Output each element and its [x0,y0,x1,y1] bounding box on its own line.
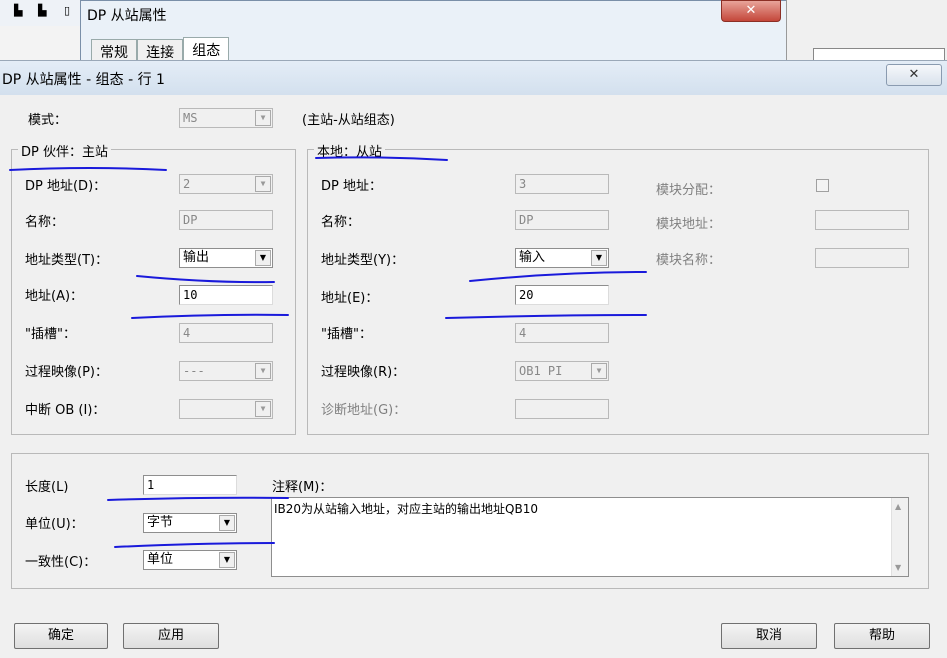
underline-partner-address [131,313,289,319]
underline-consistency [114,542,275,548]
underline-local-address [445,314,647,319]
underline-partner-address-type [136,275,275,284]
underline-partner-title [9,167,167,171]
underline-local-title [315,156,448,161]
underline-local-address-type [469,271,647,282]
annotation-underlines [9,156,647,548]
underline-length [107,496,289,501]
